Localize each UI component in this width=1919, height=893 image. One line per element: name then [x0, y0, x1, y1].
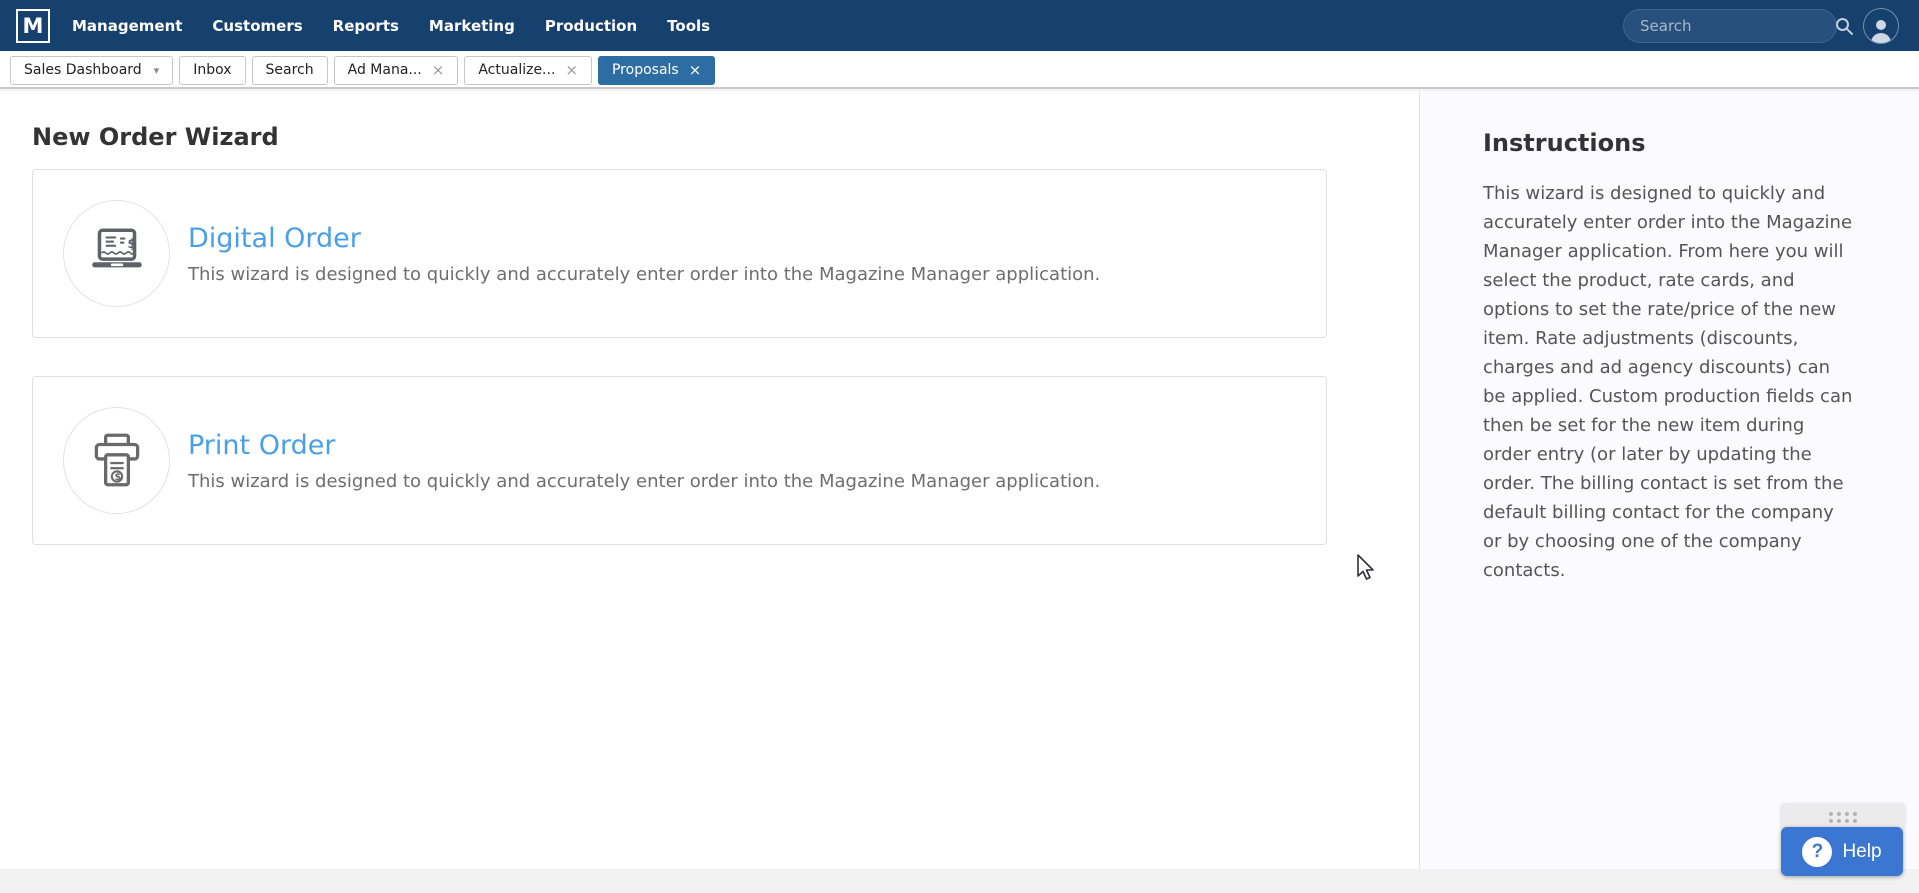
tab-search[interactable]: Search — [251, 55, 328, 85]
digital-order-link[interactable]: Digital Order — [188, 223, 361, 254]
print-order-description: This wizard is designed to quickly and a… — [188, 470, 1101, 492]
page-title: New Order Wizard — [32, 123, 279, 151]
question-mark-icon: ? — [1802, 836, 1833, 867]
digital-order-card: $ Digital Order This wizard is designed … — [32, 169, 1327, 338]
digital-order-icon-circle: $ — [63, 200, 170, 307]
drag-dots-icon — [1829, 811, 1857, 816]
tab-label: Sales Dashboard — [24, 62, 142, 78]
nav-item-tools[interactable]: Tools — [667, 17, 710, 35]
help-widget: ? Help — [1781, 804, 1905, 876]
content-area: New Order Wizard $ Digital Order This wi… — [0, 91, 1919, 869]
close-icon[interactable]: × — [565, 62, 578, 78]
search-input[interactable] — [1640, 16, 1834, 35]
print-order-link[interactable]: Print Order — [188, 430, 335, 461]
main-panel: New Order Wizard $ Digital Order This wi… — [0, 91, 1419, 869]
nav-item-marketing[interactable]: Marketing — [429, 17, 515, 35]
tab-bar: Sales Dashboard ▾ Inbox Search Ad Mana..… — [0, 51, 1919, 89]
main-menu: Management Customers Reports Marketing P… — [72, 17, 710, 35]
print-order-card: $ Print Order This wizard is designed to… — [32, 376, 1327, 545]
tab-label: Actualize... — [478, 62, 556, 78]
tab-sales-dashboard[interactable]: Sales Dashboard ▾ — [10, 55, 174, 85]
tab-ad-manager[interactable]: Ad Mana... × — [333, 55, 459, 85]
svg-text:$: $ — [127, 236, 136, 251]
person-icon — [1871, 19, 1891, 43]
nav-item-reports[interactable]: Reports — [333, 17, 399, 35]
global-search — [1623, 8, 1853, 43]
printer-invoice-icon: $ — [94, 433, 139, 486]
tab-label: Inbox — [193, 62, 232, 78]
instructions-body: This wizard is designed to quickly and a… — [1483, 183, 1853, 581]
tab-proposals[interactable]: Proposals × — [597, 55, 716, 85]
instructions-title: Instructions — [1483, 129, 1646, 157]
print-order-icon-circle: $ — [63, 407, 170, 514]
drag-dots-icon — [1829, 818, 1857, 823]
user-avatar[interactable] — [1863, 7, 1899, 44]
laptop-invoice-icon: $ — [91, 228, 142, 267]
close-icon[interactable]: × — [689, 62, 702, 78]
instructions-panel: Instructions This wizard is designed to … — [1419, 91, 1919, 869]
tab-label: Ad Mana... — [347, 62, 422, 78]
digital-order-description: This wizard is designed to quickly and a… — [188, 263, 1101, 285]
tab-actualize[interactable]: Actualize... × — [464, 55, 592, 85]
search-icon[interactable] — [1834, 16, 1854, 36]
tab-inbox[interactable]: Inbox — [179, 55, 246, 85]
top-navbar: M Management Customers Reports Marketing… — [0, 0, 1919, 51]
nav-item-management[interactable]: Management — [72, 17, 182, 35]
app-logo[interactable]: M — [16, 8, 50, 43]
print-order-text: Print Order This wizard is designed to q… — [188, 430, 1100, 492]
help-button[interactable]: ? Help — [1781, 827, 1903, 876]
nav-item-production[interactable]: Production — [545, 17, 637, 35]
tab-label: Search — [265, 62, 314, 78]
chevron-down-icon[interactable]: ▾ — [154, 64, 160, 77]
svg-text:$: $ — [114, 472, 121, 483]
tab-label: Proposals — [611, 62, 679, 78]
close-icon[interactable]: × — [432, 62, 445, 78]
help-button-label: Help — [1842, 840, 1882, 862]
nav-item-customers[interactable]: Customers — [212, 17, 302, 35]
digital-order-text: Digital Order This wizard is designed to… — [188, 223, 1100, 285]
